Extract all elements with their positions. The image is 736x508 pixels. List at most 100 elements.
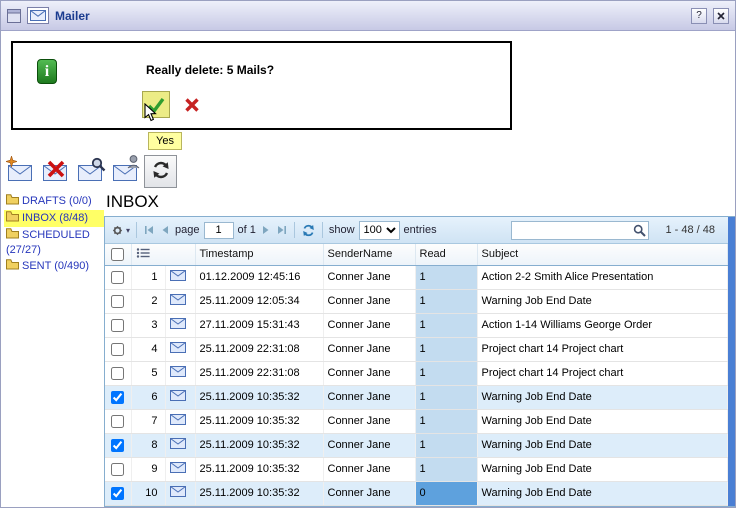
help-button[interactable]: ? [691,8,707,24]
first-page-button[interactable] [143,221,155,239]
sidebar-item-label: DRAFTS (0/0) [22,195,92,207]
mail-table-body: 1 01.12.2009 12:45:16 Conner Jane 1 Acti… [105,265,728,505]
table-row[interactable]: 3 27.11.2009 15:31:43 Conner Jane 1 Acti… [105,313,728,337]
cell-read: 1 [415,361,477,385]
select-all-header [105,244,131,265]
table-row[interactable]: 8 25.11.2009 10:35:32 Conner Jane 1 Warn… [105,433,728,457]
grid-settings-button[interactable]: ▾ [110,221,130,239]
mailer-window: Mailer ? i Really delete: 5 Mails? Yes [1,1,735,507]
row-checkbox[interactable] [111,343,124,356]
page-title: INBOX [104,190,735,216]
first-page-icon [143,224,155,236]
row-checkbox[interactable] [111,463,124,476]
sidebar-item-scheduled[interactable]: SCHEDULED (27/27) [4,227,104,258]
next-page-button[interactable] [260,221,272,239]
window-title: Mailer [55,9,90,23]
contact-mail-button[interactable] [109,155,142,188]
row-checkbox[interactable] [111,415,124,428]
gear-icon [110,223,125,238]
column-header-sendername[interactable]: SenderName [323,244,415,265]
table-row[interactable]: 10 25.11.2009 10:35:32 Conner Jane 0 War… [105,481,728,505]
vertical-scrollbar[interactable] [728,217,735,506]
confirm-delete-dialog: i Really delete: 5 Mails? [11,41,512,130]
table-row[interactable]: 7 25.11.2009 10:35:32 Conner Jane 1 Warn… [105,409,728,433]
select-all-checkbox[interactable] [111,248,124,261]
table-row[interactable]: 9 25.11.2009 10:35:32 Conner Jane 1 Warn… [105,457,728,481]
sidebar-item-label: INBOX (8/48) [22,212,88,224]
table-row[interactable]: 5 25.11.2009 22:31:08 Conner Jane 1 Proj… [105,361,728,385]
cell-read: 1 [415,385,477,409]
table-row[interactable]: 2 25.11.2009 12:05:34 Conner Jane 1 Warn… [105,289,728,313]
chevron-down-icon: ▾ [126,226,130,235]
yes-tooltip: Yes [148,132,182,150]
prev-page-icon [159,224,171,236]
sidebar-item-drafts[interactable]: DRAFTS (0/0) [4,193,104,210]
row-checkbox[interactable] [111,295,124,308]
search-box [511,221,649,240]
cell-read: 1 [415,289,477,313]
row-number: 8 [131,433,165,457]
search-mail-icon [78,159,104,183]
sidebar-item-sent[interactable]: SENT (0/490) [4,258,104,275]
last-page-button[interactable] [276,221,288,239]
cell-subject: Warning Job End Date [477,433,728,457]
mail-icon [170,272,186,284]
row-checkbox[interactable] [111,391,124,404]
cell-sendername: Conner Jane [323,433,415,457]
cell-sendername: Conner Jane [323,409,415,433]
search-input[interactable] [512,223,630,238]
cell-read: 1 [415,457,477,481]
content-area: DRAFTS (0/0) INBOX (8/48) SCHEDULED (27/… [1,190,735,507]
row-checkbox[interactable] [111,487,124,500]
cell-sendername: Conner Jane [323,289,415,313]
dialog-area: i Really delete: 5 Mails? Yes [1,31,735,152]
contact-mail-icon [113,159,139,183]
reload-grid-button[interactable] [301,221,316,239]
entries-label: entries [404,224,437,236]
sidebar-item-inbox[interactable]: INBOX (8/48) [4,210,104,227]
page-size-select[interactable]: 100 [359,221,400,240]
prev-page-button[interactable] [159,221,171,239]
row-checkbox[interactable] [111,439,124,452]
pager-separator [294,222,295,238]
row-checkbox[interactable] [111,319,124,332]
close-button[interactable] [713,8,729,24]
cell-read: 1 [415,313,477,337]
delete-mail-icon [43,159,69,183]
cell-timestamp: 25.11.2009 22:31:08 [195,337,323,361]
search-mail-button[interactable] [74,155,107,188]
page-input[interactable] [204,222,234,239]
mail-type-header[interactable] [131,244,195,265]
refresh-mail-button[interactable] [144,155,177,188]
mail-icon [170,416,186,428]
column-header-timestamp[interactable]: Timestamp [195,244,323,265]
folder-icon [6,194,19,209]
search-icon [633,224,646,237]
search-button[interactable] [630,222,648,239]
cell-timestamp: 27.11.2009 15:31:43 [195,313,323,337]
column-header-subject[interactable]: Subject [477,244,728,265]
refresh-icon [150,159,172,184]
cell-timestamp: 25.11.2009 10:35:32 [195,385,323,409]
row-checkbox[interactable] [111,271,124,284]
title-bar: Mailer ? [1,1,735,31]
delete-mail-button[interactable] [39,155,72,188]
close-icon [717,12,725,20]
table-row[interactable]: 4 25.11.2009 22:31:08 Conner Jane 1 Proj… [105,337,728,361]
row-checkbox[interactable] [111,367,124,380]
cell-timestamp: 25.11.2009 10:35:32 [195,481,323,505]
row-number: 10 [131,481,165,505]
column-header-read[interactable]: Read [415,244,477,265]
cell-subject: Warning Job End Date [477,289,728,313]
row-number: 5 [131,361,165,385]
table-row[interactable]: 1 01.12.2009 12:45:16 Conner Jane 1 Acti… [105,265,728,289]
table-row[interactable]: 6 25.11.2009 10:35:32 Conner Jane 1 Warn… [105,385,728,409]
folder-icon [6,228,19,243]
cancel-no-button[interactable] [179,92,205,118]
mail-grid: ▾ page of 1 [104,216,735,507]
folder-sidebar: DRAFTS (0/0) INBOX (8/48) SCHEDULED (27/… [1,190,104,507]
reload-icon [301,223,316,238]
cell-read: 1 [415,433,477,457]
compose-mail-button[interactable] [4,155,37,188]
table-header-row: Timestamp SenderName Read Subject [105,244,728,265]
